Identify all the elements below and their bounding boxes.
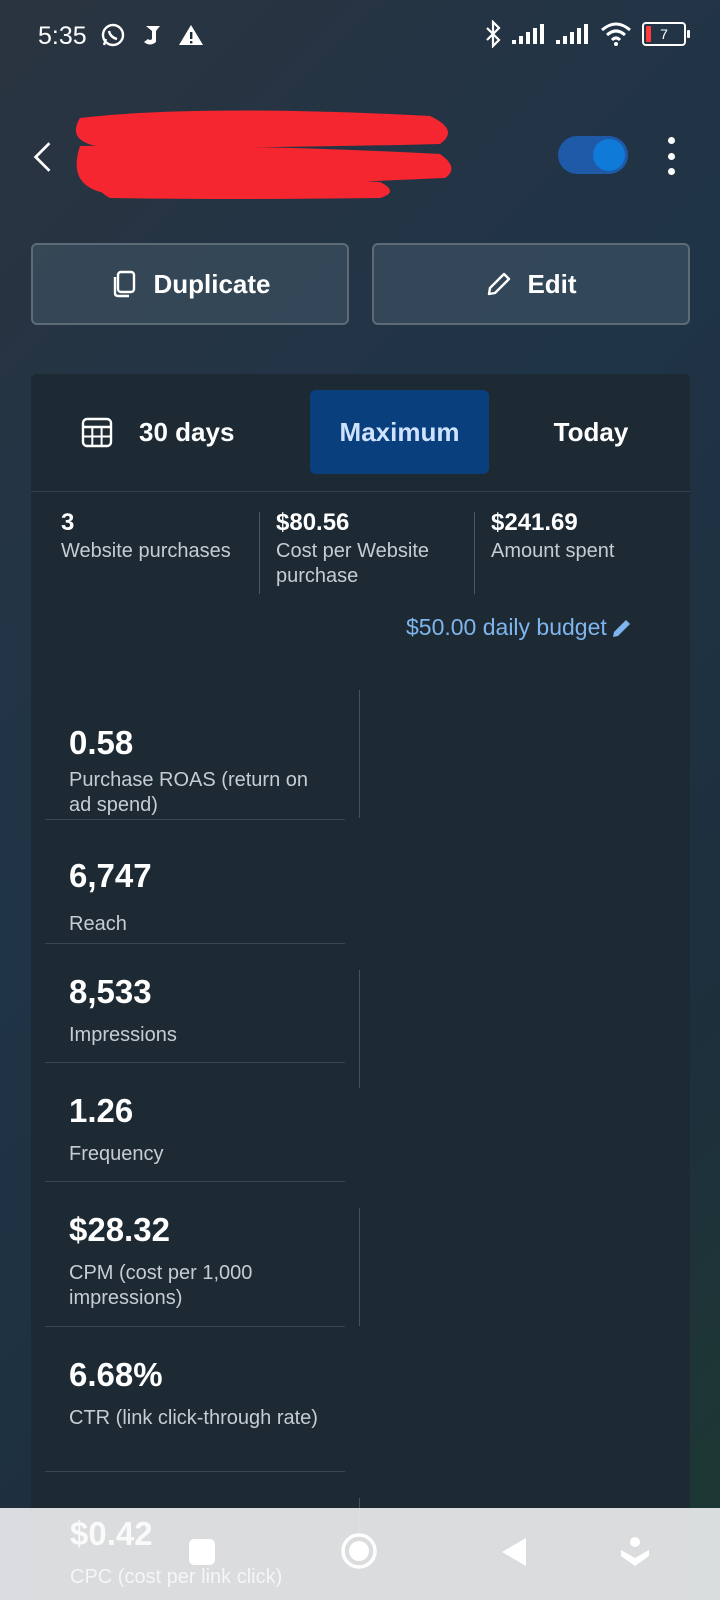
column-divider bbox=[359, 690, 360, 818]
metric-value: 6.68% bbox=[69, 1356, 163, 1393]
metric-frequency[interactable]: 1.26 Frequency bbox=[45, 1062, 345, 1182]
metric-cpm[interactable]: $28.32 CPM (cost per 1,000 impressions) bbox=[45, 1181, 345, 1327]
daily-budget-link[interactable]: $50.00 daily budget bbox=[406, 614, 633, 641]
metric-label: Purchase ROAS (return on ad spend) bbox=[69, 769, 308, 816]
summary-label: Amount spent bbox=[491, 540, 615, 562]
metric-roas[interactable]: 0.58 Purchase ROAS (return on ad spend) bbox=[45, 674, 345, 820]
column-divider bbox=[359, 1208, 360, 1326]
metric-label: CTR (link click-through rate) bbox=[69, 1407, 318, 1429]
summary-value: $241.69 bbox=[491, 509, 578, 536]
battery-icon: 7 bbox=[642, 22, 690, 46]
column-divider bbox=[359, 970, 360, 1088]
summary-label: Cost per Website purchase bbox=[276, 540, 430, 587]
tab-maximum[interactable]: Maximum bbox=[310, 390, 489, 474]
more-options-icon[interactable] bbox=[666, 137, 676, 175]
signal-icon bbox=[512, 24, 544, 44]
signal-icon-2 bbox=[556, 24, 588, 44]
duplicate-label: Duplicate bbox=[153, 268, 271, 299]
warning-icon bbox=[179, 25, 203, 45]
bluetooth-icon bbox=[486, 20, 501, 48]
tab-today[interactable]: Today bbox=[511, 390, 671, 474]
tab-30-days-label: 30 days bbox=[139, 416, 235, 447]
metric-label: Impressions bbox=[69, 1024, 177, 1046]
summary-divider bbox=[474, 512, 475, 594]
pencil-icon bbox=[488, 272, 511, 296]
metric-value: $28.32 bbox=[69, 1211, 170, 1248]
calendar-icon bbox=[81, 417, 113, 448]
app-notification-icon bbox=[144, 26, 160, 45]
status-time: 5:35 bbox=[38, 22, 87, 50]
battery-level: 7 bbox=[660, 26, 668, 42]
metric-impressions[interactable]: 8,533 Impressions bbox=[45, 943, 345, 1063]
summary-divider bbox=[259, 512, 260, 594]
daily-budget-label: $50.00 daily budget bbox=[406, 614, 607, 640]
metric-value: 8,533 bbox=[69, 973, 152, 1010]
metric-value: 6,747 bbox=[69, 857, 152, 894]
metric-label: Frequency bbox=[69, 1143, 164, 1165]
metric-label: Reach bbox=[69, 913, 127, 935]
duplicate-button[interactable]: Duplicate bbox=[31, 243, 349, 325]
assistant-icon[interactable] bbox=[618, 1534, 652, 1568]
metric-ctr[interactable]: 6.68% CTR (link click-through rate) bbox=[45, 1326, 345, 1472]
campaign-toggle[interactable] bbox=[558, 136, 628, 174]
summary-row: 3 Website purchases $80.56 Cost per Webs… bbox=[31, 509, 690, 609]
metric-value: 0.58 bbox=[69, 724, 134, 761]
summary-purchases: 3 Website purchases bbox=[61, 509, 251, 564]
tab-30-days[interactable]: 30 days bbox=[81, 390, 281, 474]
redacted-title bbox=[75, 110, 452, 199]
pencil-icon bbox=[612, 619, 630, 637]
recents-icon[interactable] bbox=[188, 1538, 216, 1566]
wifi-icon bbox=[601, 22, 631, 46]
status-notification-icons bbox=[100, 22, 204, 48]
summary-value: $80.56 bbox=[276, 509, 350, 536]
back-nav-icon[interactable] bbox=[500, 1536, 528, 1568]
edit-label: Edit bbox=[527, 268, 577, 299]
summary-label: Website purchases bbox=[61, 540, 231, 562]
metric-cpc-value[interactable]: $0.42 bbox=[70, 1515, 153, 1553]
summary-value: 3 bbox=[61, 509, 75, 536]
edit-button[interactable]: Edit bbox=[372, 243, 690, 325]
metric-value: 1.26 bbox=[69, 1092, 134, 1129]
duplicate-icon bbox=[114, 270, 136, 298]
status-bar: 5:35 7 bbox=[0, 0, 720, 72]
metric-label: CPM (cost per 1,000 impressions) bbox=[69, 1262, 253, 1309]
metric-reach[interactable]: 6,747 Reach bbox=[45, 819, 345, 944]
status-system-icons: 7 bbox=[484, 20, 690, 48]
summary-amount-spent: $241.69 Amount spent bbox=[491, 509, 681, 564]
whatsapp-icon bbox=[101, 23, 125, 47]
date-range-tabs: 30 days Maximum Today bbox=[31, 374, 690, 492]
toggle-knob bbox=[593, 139, 625, 171]
metric-cpc-label: CPC (cost per link click) bbox=[70, 1566, 283, 1588]
summary-cost-per-purchase: $80.56 Cost per Website purchase bbox=[276, 509, 466, 589]
home-icon[interactable] bbox=[340, 1532, 378, 1570]
insights-card: 30 days Maximum Today 3 Website purchase… bbox=[31, 374, 690, 1600]
